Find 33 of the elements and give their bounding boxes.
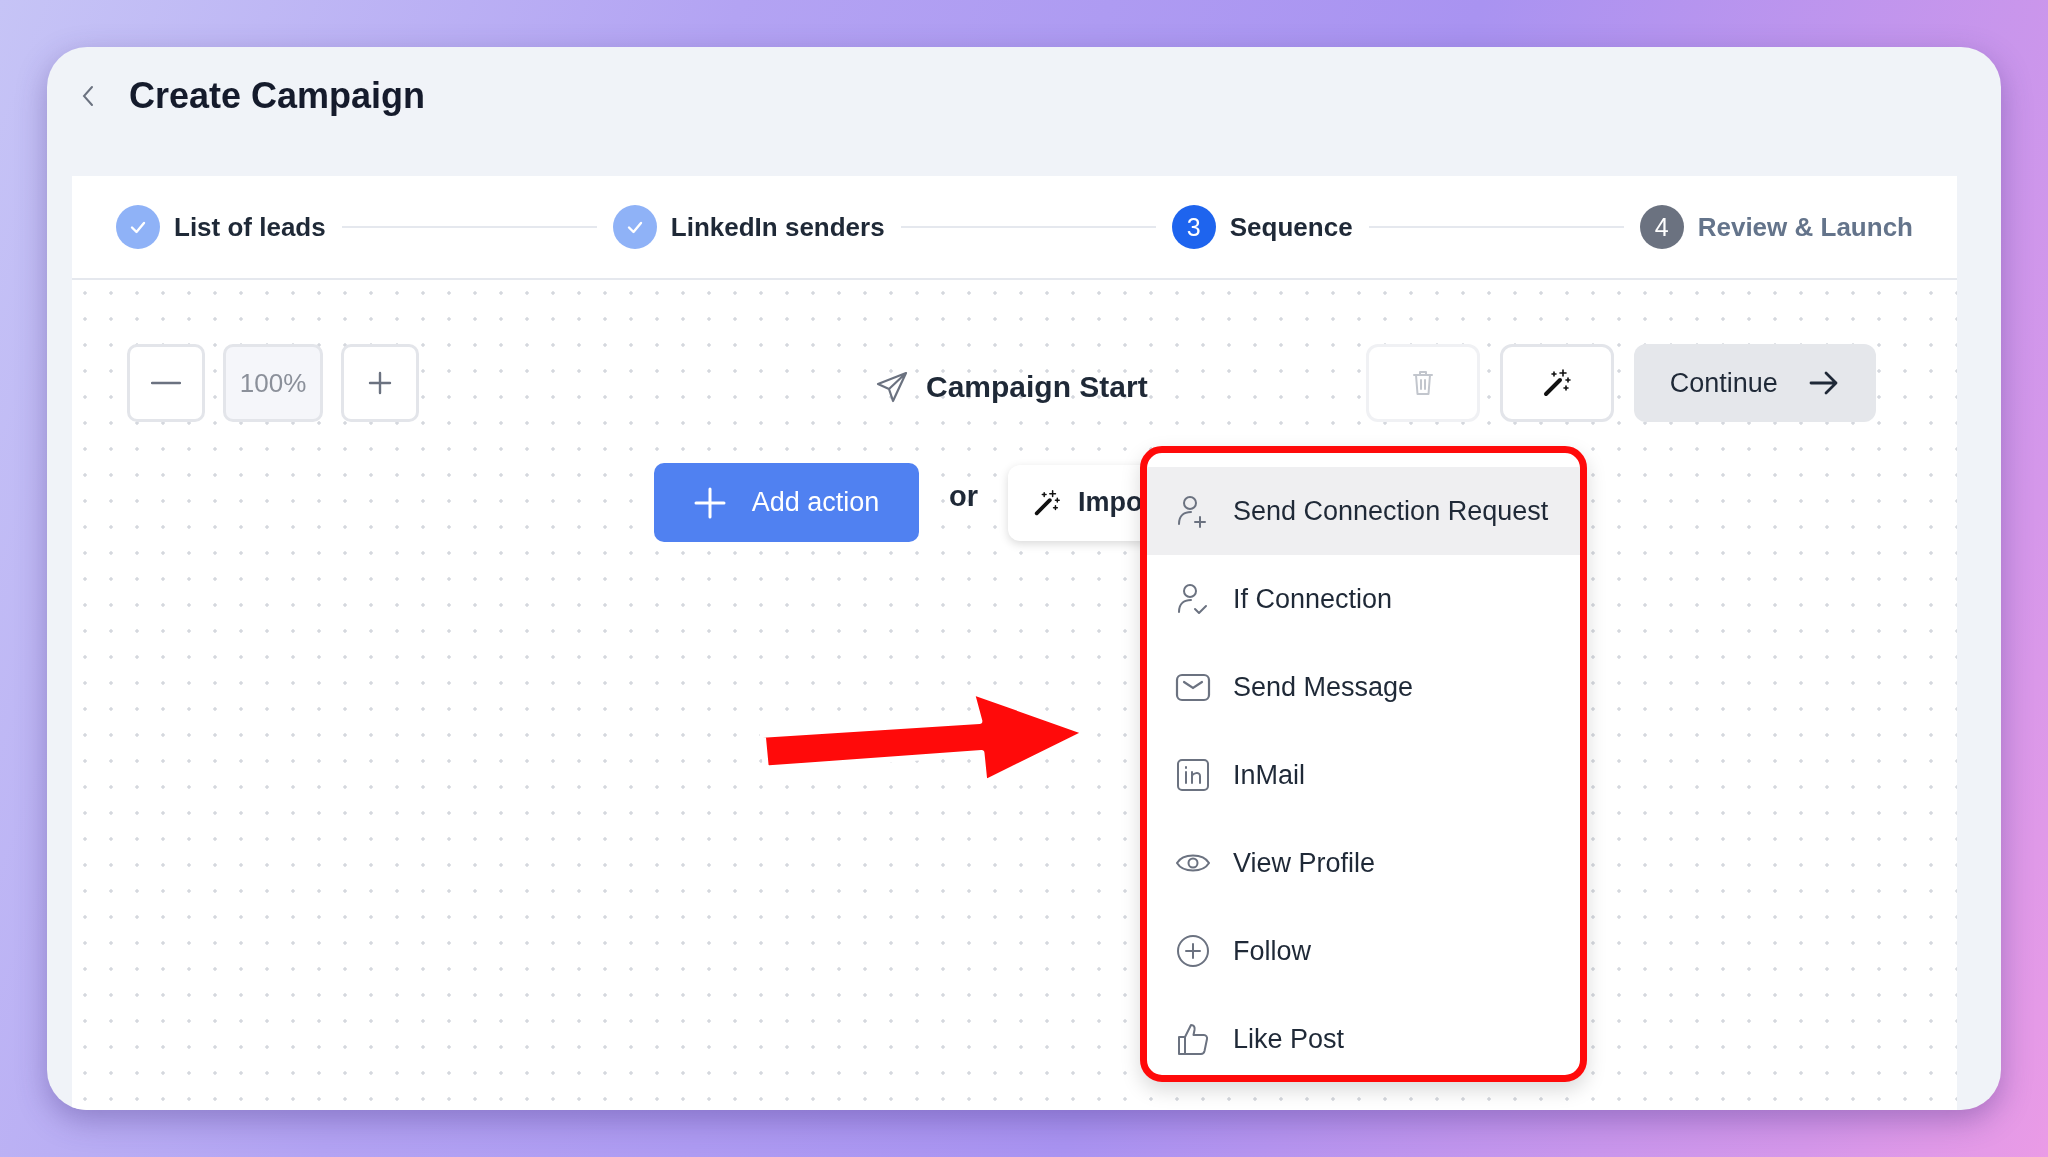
step-label[interactable]: LinkedIn senders [670,211,885,243]
plus-icon [693,486,726,519]
send-icon [874,369,910,405]
menu-item[interactable]: Like Post [1147,995,1580,1083]
menu-item[interactable]: If Connection [1147,555,1580,643]
page-title: Create Campaign [129,74,426,117]
step-label[interactable]: Review & Launch [1697,211,1913,243]
magic-wand-icon [1032,487,1062,518]
menu-item[interactable]: Send Message [1147,643,1580,731]
linkedin-icon [1175,757,1211,793]
plus-circle-icon [1175,933,1211,969]
step-number: 4 [1639,205,1684,249]
magic-wand-button[interactable] [1499,344,1614,422]
plus-icon [368,371,392,395]
arrow-right-icon [1807,369,1840,397]
trash-icon [1410,369,1435,397]
or-label: or [949,480,978,513]
thumbs-up-icon [1175,1021,1211,1057]
menu-item[interactable]: Send Connection Request [1147,467,1580,555]
step-label[interactable]: List of leads [174,211,326,243]
zoom-level: 100% [223,344,323,422]
menu-item[interactable]: View Profile [1147,819,1580,907]
add-action-button[interactable]: Add action [654,463,919,542]
continue-button[interactable]: Continue [1633,344,1876,422]
step-number: 3 [1171,205,1216,249]
menu-item[interactable]: InMail [1147,731,1580,819]
minus-icon [151,381,181,385]
back-icon[interactable] [81,83,95,108]
menu-item[interactable]: Follow [1147,907,1580,995]
step-label[interactable]: Sequence [1229,211,1353,243]
zoom-out-button[interactable] [127,344,205,422]
zoom-in-button[interactable] [341,344,419,422]
campaign-start-label: Campaign Start [926,370,1148,404]
